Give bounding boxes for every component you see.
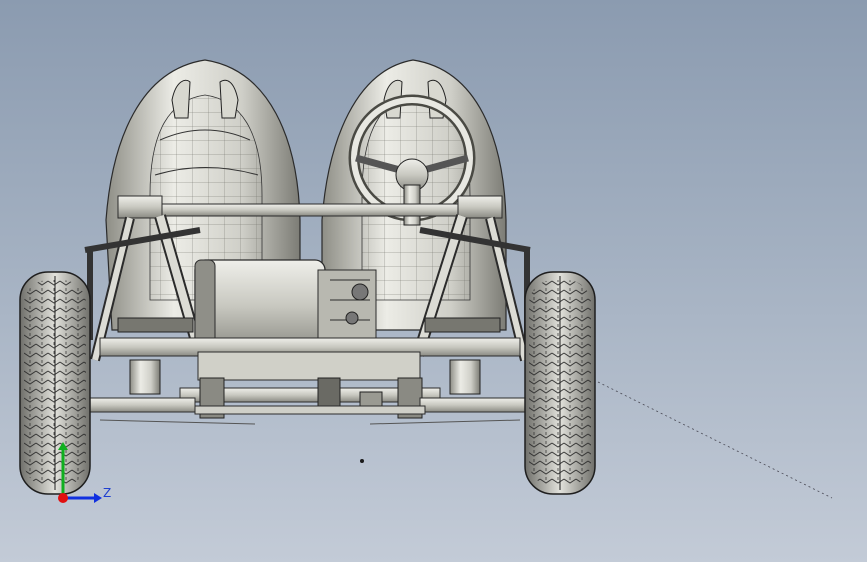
triad-x-axis-icon bbox=[58, 493, 68, 503]
sketch-line bbox=[597, 381, 833, 499]
sketch-point bbox=[360, 459, 364, 463]
go-kart-model[interactable] bbox=[0, 0, 867, 562]
left-wheel[interactable] bbox=[19, 271, 91, 495]
right-wheel[interactable] bbox=[524, 271, 596, 495]
cad-viewport[interactable]: Z bbox=[0, 0, 867, 562]
triad-z-label: Z bbox=[103, 486, 112, 500]
